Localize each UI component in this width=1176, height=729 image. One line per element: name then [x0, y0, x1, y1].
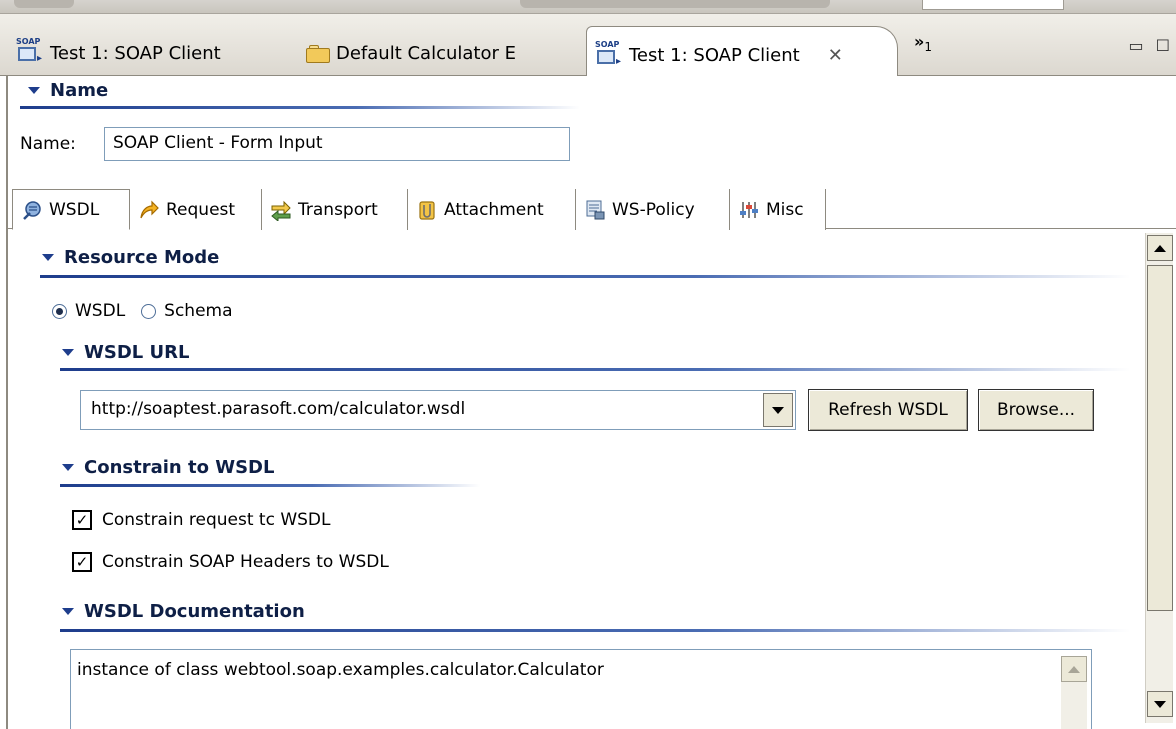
- collapse-triangle-icon: [62, 608, 74, 615]
- subtab-transport[interactable]: Transport: [262, 189, 408, 230]
- name-label: Name:: [20, 134, 76, 154]
- collapse-triangle-icon: [42, 254, 54, 261]
- soap-client-icon: SOAP ▸: [595, 39, 622, 67]
- wsdl-url-combo[interactable]: http://soaptest.parasoft.com/calculator.…: [80, 390, 796, 430]
- editor-tab-label: Test 1: SOAP Client: [629, 45, 800, 66]
- collapse-triangle-icon: [62, 349, 74, 356]
- window-top-strip: [0, 0, 1176, 14]
- top-strip-shape: [520, 0, 830, 8]
- refresh-wsdl-button[interactable]: Refresh WSDL: [808, 389, 968, 431]
- resource-mode-options: WSDL Schema: [52, 301, 233, 321]
- request-arrow-icon: [140, 200, 159, 218]
- scroll-up-icon[interactable]: [1061, 656, 1087, 682]
- scroll-down-icon[interactable]: [1147, 691, 1173, 717]
- name-input[interactable]: SOAP Client - Form Input: [104, 127, 570, 161]
- editor-tab-test1-soap-client-active[interactable]: SOAP ▸ Test 1: SOAP Client ✕: [586, 26, 898, 76]
- soap-client-icon: SOAP ▸: [16, 37, 43, 64]
- constrain-request-label: Constrain request tc WSDL: [102, 510, 331, 530]
- wsdl-documentation-text[interactable]: instance of class webtool.soap.examples.…: [70, 649, 1092, 729]
- section-divider: [40, 275, 1130, 278]
- collapse-triangle-icon: [28, 87, 40, 94]
- radio-schema-label: Schema: [164, 301, 233, 321]
- paperclip-icon: [419, 200, 435, 220]
- section-divider: [60, 629, 1130, 632]
- constrain-request-row: ✓ Constrain request tc WSDL: [72, 510, 330, 530]
- editor-tab-default-calculator[interactable]: Default Calculator E: [298, 34, 578, 72]
- close-icon[interactable]: ✕: [828, 45, 843, 66]
- constrain-headers-checkbox[interactable]: ✓: [72, 552, 92, 572]
- constrain-headers-label: Constrain SOAP Headers to WSDL: [102, 552, 389, 572]
- top-strip-field: [922, 0, 1064, 10]
- wsdl-icon: [23, 200, 41, 220]
- documentation-text: instance of class webtool.soap.examples.…: [77, 660, 604, 680]
- editor-tab-bar: SOAP ▸ Test 1: SOAP Client Default Calcu…: [0, 14, 1176, 76]
- minimize-icon[interactable]: ▭: [1129, 36, 1144, 55]
- top-strip-shape: [14, 0, 74, 8]
- dropdown-arrow-icon[interactable]: [763, 393, 793, 427]
- scrollbar-thumb[interactable]: [1147, 265, 1173, 611]
- section-divider: [60, 368, 1130, 371]
- window-controls: ▭ ☐: [1129, 36, 1170, 55]
- radio-schema[interactable]: [141, 303, 157, 319]
- section-header-wsdl-documentation[interactable]: WSDL Documentation: [62, 601, 305, 622]
- subtab-ws-policy[interactable]: WS-Policy: [576, 189, 730, 230]
- subtab-attachment[interactable]: Attachment: [408, 189, 576, 230]
- transport-arrows-icon: [271, 200, 291, 221]
- misc-sliders-icon: [740, 201, 758, 218]
- radio-wsdl[interactable]: [52, 303, 67, 319]
- subtab-misc[interactable]: Misc: [730, 189, 826, 230]
- scroll-up-icon[interactable]: [1147, 235, 1173, 261]
- editor-tab-label: Test 1: SOAP Client: [50, 42, 221, 64]
- section-header-wsdl-url[interactable]: WSDL URL: [62, 342, 189, 363]
- editor-pane-border: [6, 76, 8, 729]
- section-header-resource-mode[interactable]: Resource Mode: [42, 247, 219, 268]
- ws-policy-icon: [586, 200, 605, 219]
- constrain-headers-row: ✓ Constrain SOAP Headers to WSDL: [72, 552, 389, 572]
- constrain-request-checkbox[interactable]: ✓: [72, 510, 92, 530]
- wsdl-url-value: http://soaptest.parasoft.com/calculator.…: [91, 399, 466, 419]
- maximize-icon[interactable]: ☐: [1156, 36, 1170, 55]
- editor-tab-label: Default Calculator E: [336, 42, 516, 64]
- section-header-name[interactable]: Name: [28, 80, 108, 101]
- browse-button[interactable]: Browse...: [978, 389, 1094, 431]
- section-header-constrain[interactable]: Constrain to WSDL: [62, 457, 274, 478]
- collapse-triangle-icon: [62, 464, 74, 471]
- radio-wsdl-label: WSDL: [75, 301, 126, 321]
- subtab-wsdl[interactable]: WSDL: [12, 189, 130, 230]
- folder-open-icon: [306, 43, 330, 63]
- more-tabs-chevron-icon[interactable]: »1: [914, 32, 932, 54]
- subtab-request[interactable]: Request: [130, 189, 262, 230]
- doc-scrollbar[interactable]: [1061, 656, 1087, 729]
- editor-tab-test1-soap-client[interactable]: SOAP ▸ Test 1: SOAP Client: [8, 34, 290, 72]
- vertical-scrollbar[interactable]: [1145, 233, 1173, 723]
- editor-subtabs: WSDL Request Transport Attachment WS-Pol…: [8, 189, 1176, 230]
- section-divider: [20, 106, 580, 109]
- section-divider: [60, 484, 480, 487]
